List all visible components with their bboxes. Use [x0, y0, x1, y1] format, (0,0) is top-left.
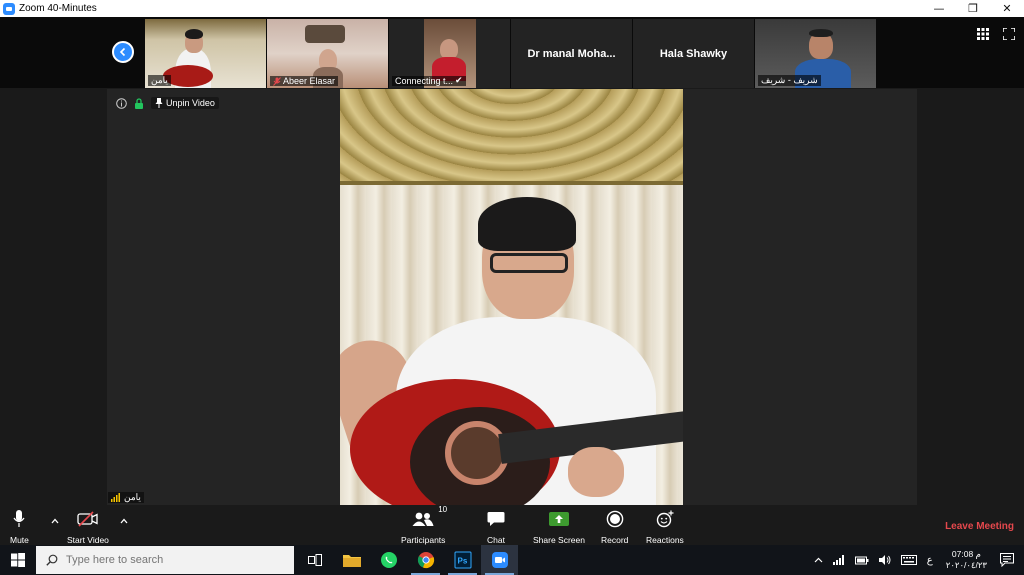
participant-name: Hala Shawky [659, 47, 728, 60]
participant-thumbnail[interactable]: Abeer Elasar [267, 19, 388, 88]
lock-icon[interactable] [133, 97, 145, 109]
photoshop-icon[interactable]: Ps [444, 545, 481, 575]
minimize-icon[interactable]: — [922, 0, 956, 17]
participant-name: يامن [148, 75, 171, 86]
chat-button[interactable]: Chat [487, 509, 505, 545]
show-hidden-icons-icon[interactable] [814, 557, 823, 563]
participants-count: 10 [438, 505, 448, 514]
chrome-icon[interactable] [407, 545, 444, 575]
zoom-icon[interactable] [481, 545, 518, 575]
battery-icon[interactable] [854, 556, 869, 565]
share-screen-icon [548, 512, 569, 526]
svg-text:Ps: Ps [457, 557, 467, 566]
participant-name: Dr manal Moha... [527, 47, 616, 60]
input-language[interactable]: ع [927, 555, 933, 566]
info-icon[interactable] [115, 97, 127, 109]
participant-thumbnails: يامن Abeer Elasar Connecting t... ✔ Dr m… [145, 19, 877, 88]
audio-options-caret[interactable] [51, 517, 59, 525]
record-icon [606, 510, 624, 528]
mute-button[interactable]: Mute [10, 509, 29, 545]
previous-page-button[interactable] [112, 41, 134, 63]
task-view-icon[interactable] [296, 545, 333, 575]
participant-thumbnail[interactable]: Dr manal Moha... [511, 19, 632, 88]
reactions-button[interactable]: Reactions [646, 509, 684, 545]
audio-level-icon [111, 493, 120, 502]
windows-taskbar: Ps ع 07:08 م ٢٠٢٠/٠٤/٢٣ [0, 545, 1024, 575]
participant-name: Connecting t... ✔ [392, 76, 466, 86]
chevron-left-icon [119, 47, 126, 57]
taskbar-clock[interactable]: 07:08 م ٢٠٢٠/٠٤/٢٣ [946, 549, 987, 571]
window-title: Zoom 40-Minutes [19, 3, 97, 14]
clock-date: ٢٠٢٠/٠٤/٢٣ [945, 560, 987, 570]
zoom-app-icon [3, 2, 15, 15]
start-button[interactable] [0, 545, 36, 575]
record-button[interactable]: Record [601, 509, 628, 545]
restore-icon[interactable]: ❐ [956, 0, 990, 17]
meeting-area: يامن Abeer Elasar Connecting t... ✔ Dr m… [0, 17, 1024, 505]
share-screen-button[interactable]: Share Screen [533, 509, 585, 545]
participant-thumbnail[interactable]: شريف - شريف [755, 19, 876, 88]
participant-thumbnail[interactable]: Hala Shawky [633, 19, 754, 88]
check-icon: ✔ [455, 76, 463, 86]
taskbar-apps: Ps [296, 545, 518, 575]
keyboard-icon[interactable] [900, 555, 917, 565]
active-speaker-stage: Unpin Video يامن [107, 89, 917, 505]
network-icon[interactable] [832, 555, 845, 565]
video-off-icon [77, 511, 98, 527]
stage-tools: Unpin Video [115, 97, 219, 109]
video-options-caret[interactable] [120, 517, 128, 525]
meeting-toolbar: Mute Start Video 10 Participants Chat Sh… [0, 505, 1024, 545]
clock-time: 07:08 م [951, 549, 981, 559]
fullscreen-icon[interactable] [1002, 27, 1016, 41]
system-tray: ع 07:08 م ٢٠٢٠/٠٤/٢٣ [809, 545, 1024, 575]
volume-icon[interactable] [878, 555, 891, 565]
participant-name: شريف - شريف [758, 75, 821, 86]
participant-thumbnail[interactable]: يامن [145, 19, 266, 88]
close-icon[interactable]: ✕ [990, 0, 1024, 17]
participants-button[interactable]: 10 Participants [401, 505, 447, 545]
participant-name: Abeer Elasar [270, 76, 339, 86]
chat-icon [487, 512, 505, 526]
participant-thumbnail[interactable]: Connecting t... ✔ [389, 19, 510, 88]
muted-mic-icon [273, 76, 281, 86]
title-bar: Zoom 40-Minutes — ❐ ✕ [0, 0, 1024, 17]
pinned-video [340, 89, 683, 505]
participants-icon [412, 512, 434, 526]
gallery-view-icon[interactable] [976, 27, 990, 41]
whatsapp-icon[interactable] [370, 545, 407, 575]
taskbar-search[interactable] [36, 546, 294, 574]
search-icon [46, 554, 58, 566]
notifications-icon[interactable] [1000, 553, 1014, 567]
leave-meeting-button[interactable]: Leave Meeting [945, 521, 1014, 532]
pin-icon [155, 98, 163, 108]
reactions-icon [656, 510, 674, 528]
windows-logo-icon [11, 553, 25, 567]
window-controls: — ❐ ✕ [922, 0, 1024, 17]
start-video-button[interactable]: Start Video [67, 509, 109, 545]
microphone-icon [13, 510, 25, 527]
file-explorer-icon[interactable] [333, 545, 370, 575]
view-controls [976, 27, 1016, 41]
speaker-name-label: يامن [108, 492, 144, 503]
unpin-video-button[interactable]: Unpin Video [151, 97, 219, 109]
search-input[interactable] [66, 554, 266, 566]
